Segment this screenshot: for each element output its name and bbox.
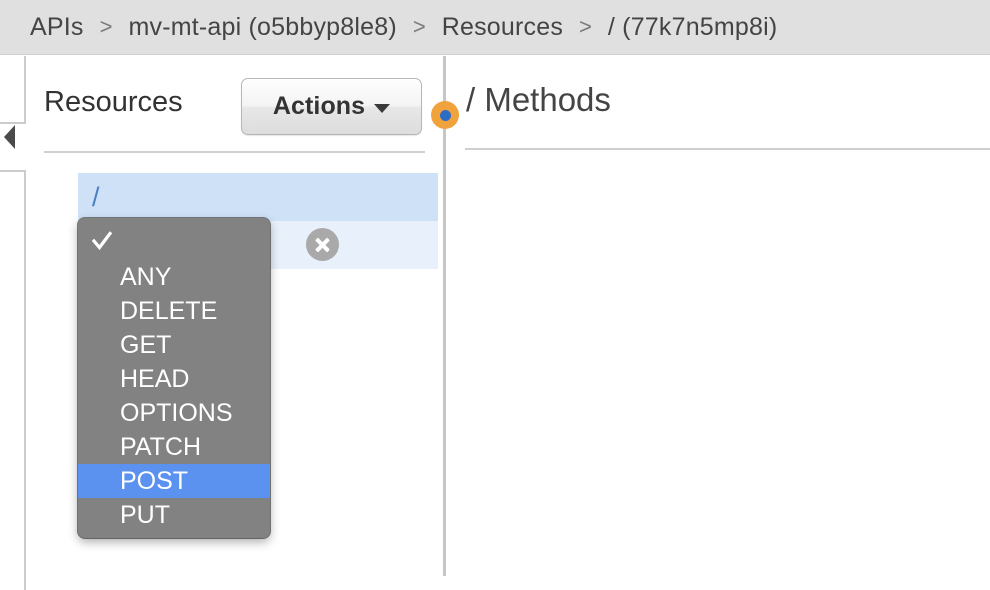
dropdown-option-label: GET [120,331,172,359]
breadcrumb: APIs > mv-mt-api (o5bbyp8le8) > Resource… [0,0,990,55]
breadcrumb-item-current-resource[interactable]: / (77k7n5mp8i) [608,13,778,42]
divider [465,148,990,150]
panel-frame-upper [0,56,26,124]
click-marker [431,101,459,129]
dropdown-option-options[interactable]: OPTIONS [78,396,270,430]
dropdown-option-put[interactable]: PUT [78,498,270,532]
breadcrumb-item-apis[interactable]: APIs [30,13,84,42]
dropdown-option-get[interactable]: GET [78,328,270,362]
chevron-down-icon [374,104,391,113]
dropdown-option-label: OPTIONS [120,399,233,427]
methods-panel: / Methods [446,56,990,576]
dropdown-option-label: PUT [120,501,170,529]
dropdown-option-empty[interactable] [78,224,270,260]
page-title: Resources [44,86,183,118]
cancel-icon[interactable] [306,228,339,261]
actions-button-label: Actions [272,92,366,120]
dropdown-option-label: POST [120,467,189,495]
methods-title: / Methods [466,81,611,118]
dropdown-option-head[interactable]: HEAD [78,362,270,396]
actions-button[interactable]: Actions [241,78,422,135]
panel-frame-lower [0,170,26,590]
click-marker-dot [439,109,451,121]
tree-item-label: / [92,181,100,212]
breadcrumb-item-api[interactable]: mv-mt-api (o5bbyp8le8) [128,13,396,42]
dropdown-option-label: ANY [120,263,172,291]
dropdown-option-post[interactable]: POST [78,464,270,498]
chevron-left-icon[interactable] [4,125,15,149]
dropdown-option-patch[interactable]: PATCH [78,430,270,464]
http-method-dropdown[interactable]: ANY DELETE GET HEAD OPTIONS PATCH POST P… [78,218,270,538]
breadcrumb-separator: > [579,14,592,39]
breadcrumb-separator: > [412,14,426,39]
check-icon [92,231,112,251]
breadcrumb-item-resources[interactable]: Resources [442,13,563,42]
dropdown-option-delete[interactable]: DELETE [78,294,270,328]
dropdown-option-any[interactable]: ANY [78,260,270,294]
tree-item-root[interactable]: / [78,173,438,221]
divider [44,151,425,153]
breadcrumb-separator: > [99,14,113,39]
dropdown-option-label: HEAD [120,365,190,393]
dropdown-option-label: DELETE [120,297,218,325]
dropdown-option-label: PATCH [120,433,202,461]
